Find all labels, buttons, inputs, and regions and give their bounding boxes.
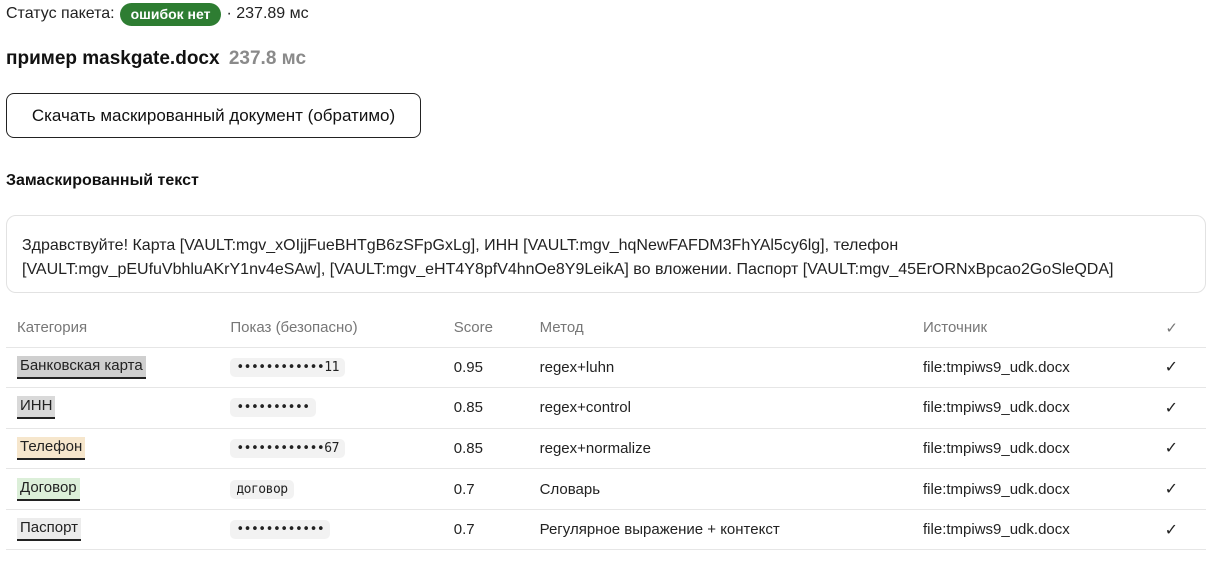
method-cell: Регулярное выражение + контекст — [528, 509, 913, 551]
batch-status: Статус пакета: ошибок нет · 237.89 мс — [6, 2, 309, 26]
source-cell: file:tmpiws9_udk.docx — [912, 387, 1154, 429]
masked-value: ••••••••••••11 — [230, 357, 345, 377]
score-cell: 0.7 — [442, 468, 529, 510]
source-cell: file:tmpiws9_udk.docx — [912, 347, 1154, 389]
check-icon: ✓ — [1164, 481, 1178, 499]
masked-value: ••••••••••••67 — [230, 438, 345, 458]
category-tag: ИНН — [17, 396, 56, 420]
document-name: пример maskgate.docx — [6, 48, 220, 69]
masked-text-box: Здравствуйте! Карта [VAULT:mgv_xOIjjFueB… — [6, 215, 1206, 293]
table-row: Паспорт •••••••••••• 0.7 Регулярное выра… — [6, 509, 1206, 551]
method-cell: regex+luhn — [528, 347, 913, 389]
source-cell: file:tmpiws9_udk.docx — [912, 468, 1154, 510]
score-cell: 0.95 — [442, 347, 529, 389]
status-time: · 237.89 мс — [226, 5, 309, 22]
header-method: Метод — [528, 309, 913, 348]
findings-table: Категория Показ (безопасно) Score Метод … — [6, 309, 1206, 551]
table-header-row: Категория Показ (безопасно) Score Метод … — [6, 309, 1206, 348]
check-icon: ✓ — [1164, 521, 1178, 539]
table-row: Банковская карта ••••••••••••11 0.95 reg… — [6, 347, 1206, 389]
category-tag: Банковская карта — [17, 355, 146, 379]
source-cell: file:tmpiws9_udk.docx — [912, 428, 1154, 470]
method-cell: regex+control — [528, 387, 913, 429]
table-row: Телефон ••••••••••••67 0.85 regex+normal… — [6, 428, 1206, 470]
masked-value: договор — [230, 479, 294, 499]
source-cell: file:tmpiws9_udk.docx — [912, 509, 1154, 551]
category-tag: Паспорт — [17, 518, 81, 542]
score-cell: 0.85 — [442, 387, 529, 429]
masked-value: •••••••••• — [230, 398, 316, 418]
header-display: Показ (безопасно) — [219, 309, 443, 348]
method-cell: regex+normalize — [528, 428, 913, 470]
table-row: Договор договор 0.7 Словарь file:tmpiws9… — [6, 468, 1206, 510]
header-category: Категория — [6, 309, 220, 348]
document-title: пример maskgate.docx 237.8 мс — [6, 48, 306, 70]
masked-value: •••••••••••• — [230, 520, 331, 540]
score-cell: 0.85 — [442, 428, 529, 470]
header-source: Источник — [912, 309, 1154, 348]
method-cell: Словарь — [528, 468, 913, 510]
category-tag: Телефон — [17, 436, 86, 460]
masked-text-line-2: [VAULT:mgv_pEUfuVbhluAKrY1nv4eSAw], [VAU… — [22, 261, 1114, 278]
check-icon: ✓ — [1164, 359, 1178, 377]
masked-text-line-1: Здравствуйте! Карта [VAULT:mgv_xOIjjFueB… — [22, 237, 899, 254]
score-cell: 0.7 — [442, 509, 529, 551]
download-masked-button[interactable]: Скачать маскированный документ (обратимо… — [6, 93, 421, 138]
header-check: ✓ — [1153, 309, 1206, 348]
category-tag: Договор — [17, 477, 80, 501]
document-time: 237.8 мс — [228, 48, 307, 69]
status-badge: ошибок нет — [119, 2, 222, 26]
status-label: Статус пакета: — [6, 5, 115, 22]
table-row: ИНН •••••••••• 0.85 regex+control file:t… — [6, 387, 1206, 429]
check-icon: ✓ — [1164, 440, 1178, 458]
header-score: Score — [442, 309, 529, 348]
masked-text-heading: Замаскированный текст — [6, 172, 199, 189]
check-icon: ✓ — [1164, 399, 1178, 417]
